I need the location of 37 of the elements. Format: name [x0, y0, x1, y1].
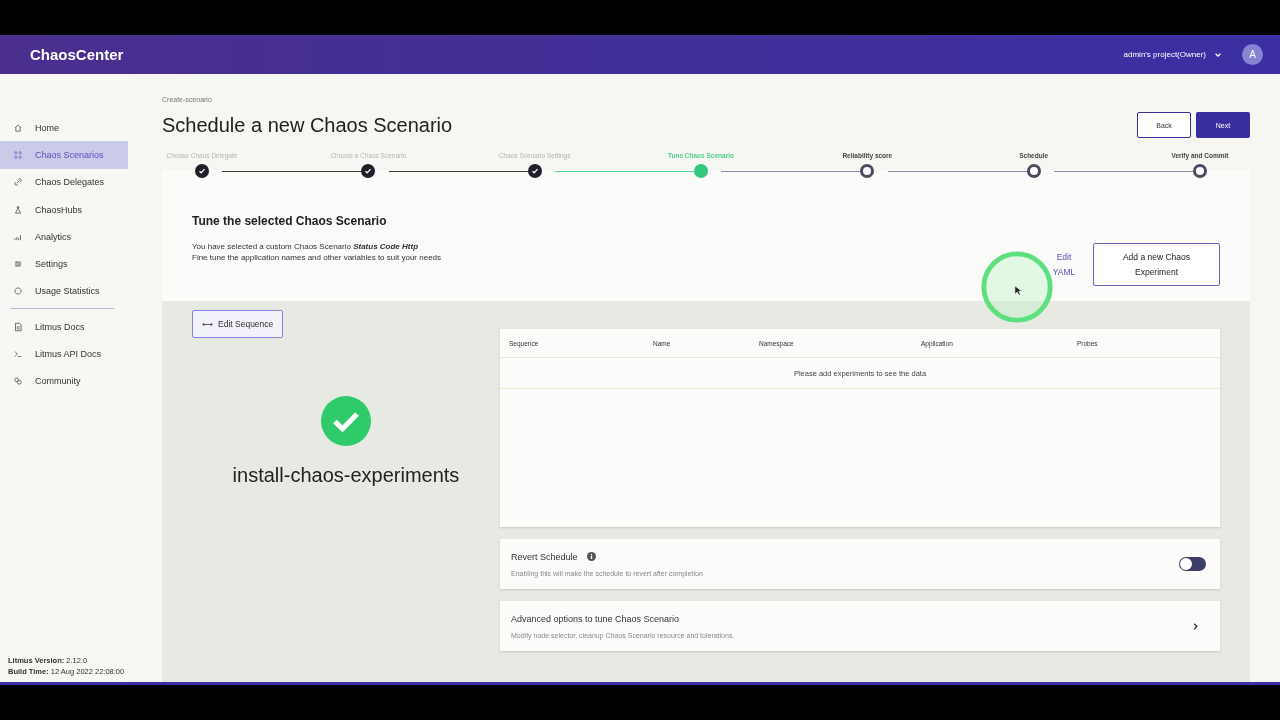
success-check-icon — [321, 396, 371, 446]
link-icon — [13, 349, 23, 359]
sidebar-link[interactable]: Litmus API Docs — [0, 340, 128, 368]
add-experiment-button[interactable]: Add a new Chaos Experiment — [1093, 243, 1220, 286]
sidebar-item[interactable]: Home — [0, 114, 128, 142]
option-title: Revert Schedule — [511, 551, 578, 562]
link-icon — [13, 321, 23, 332]
app-logo: ChaosCenter — [30, 46, 124, 63]
sidebar-item[interactable]: Chaos Scenarios — [0, 141, 128, 169]
nav-icon — [13, 286, 23, 297]
info-icon — [586, 552, 596, 561]
nav-icon — [13, 177, 23, 188]
edit-yaml-link[interactable]: Edit YAML — [1049, 249, 1079, 280]
section-heading: Tune the selected Chaos Scenario — [192, 214, 387, 228]
sidebar-link[interactable]: Community — [0, 367, 128, 395]
edit-sequence-button[interactable]: Edit Sequence — [192, 310, 284, 338]
nav-icon — [13, 149, 23, 160]
scenario-description: You have selected a custom Chaos Scenario Status Code Http — [192, 241, 419, 252]
sidebar-link[interactable]: Litmus Docs — [0, 313, 128, 341]
project-selector[interactable]: admin's project(Owner) — [1121, 48, 1224, 61]
tune-hint: Fine tune the application names and other variables to suit your needs — [192, 252, 442, 263]
nav-icon — [13, 204, 23, 215]
nav-icon — [13, 259, 23, 270]
sidebar-item[interactable]: Chaos Delegates — [0, 168, 128, 196]
nav-icon — [13, 122, 23, 133]
link-icon — [13, 376, 23, 387]
cursor-icon — [1014, 285, 1022, 296]
sidebar-item[interactable]: Analytics — [0, 223, 128, 251]
experiment-name: install-chaos-experiments — [232, 464, 460, 487]
sidebar-item[interactable]: Usage Statistics — [0, 277, 128, 306]
sidebar-item[interactable]: Settings — [0, 250, 128, 278]
sidebar-item[interactable]: ChaosHubs — [0, 195, 128, 224]
page-title: Schedule a new Chaos Scenario — [162, 113, 453, 137]
chevron-right-icon — [1191, 621, 1200, 631]
option-title: Advanced options to tune Chaos Scenario — [511, 613, 680, 624]
toggle-switch[interactable] — [1179, 557, 1206, 571]
arrows-icon — [202, 320, 213, 328]
